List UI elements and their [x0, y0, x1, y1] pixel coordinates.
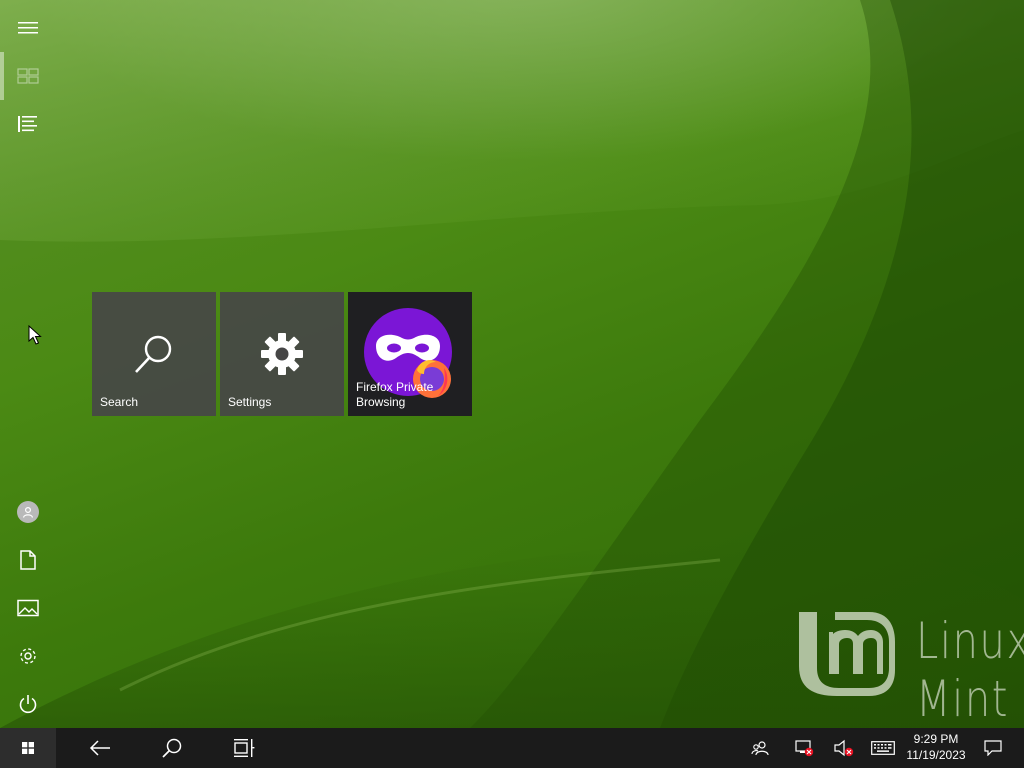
task-view-icon — [234, 739, 255, 757]
gear-icon — [261, 333, 303, 375]
user-icon — [22, 506, 34, 518]
mouse-cursor-icon — [28, 325, 42, 345]
tiles-icon — [17, 68, 39, 84]
hamburger-icon — [18, 22, 38, 34]
network-disconnected-icon — [795, 740, 814, 757]
volume-muted-icon — [834, 739, 854, 757]
keyboard-icon — [871, 741, 895, 755]
power-button[interactable] — [0, 680, 56, 728]
task-view-button[interactable] — [220, 728, 268, 768]
search-icon — [135, 335, 172, 373]
tile-label: Firefox Private Browsing — [356, 380, 434, 409]
avatar — [17, 501, 39, 523]
document-icon — [20, 550, 36, 570]
settings-tile[interactable]: Settings — [220, 292, 344, 416]
notification-icon — [984, 740, 1002, 756]
back-arrow-icon — [89, 740, 110, 756]
list-icon — [18, 116, 37, 132]
touch-keyboard-button[interactable] — [868, 728, 898, 768]
tile-label: Search — [100, 395, 139, 409]
volume-button[interactable] — [829, 728, 859, 768]
windows-icon — [22, 742, 34, 754]
documents-button[interactable] — [0, 536, 56, 584]
system-clock[interactable]: 9:29 PM 11/19/2023 — [900, 731, 972, 763]
picture-icon — [17, 599, 39, 617]
people-icon — [751, 741, 769, 756]
pinned-tiles-button[interactable] — [0, 52, 56, 100]
tile-label: Settings — [228, 395, 272, 409]
clock-date: 11/19/2023 — [906, 748, 966, 762]
pictures-button[interactable] — [0, 584, 56, 632]
settings-button[interactable] — [0, 632, 56, 680]
taskbar: 9:29 PM 11/19/2023 — [0, 728, 1024, 768]
expand-menu-button[interactable] — [0, 4, 56, 52]
gear-icon — [20, 648, 36, 664]
all-apps-button[interactable] — [0, 100, 56, 148]
search-icon — [162, 738, 182, 758]
start-rail — [0, 0, 56, 728]
taskbar-search-button[interactable] — [148, 728, 196, 768]
power-icon — [19, 695, 37, 714]
search-tile[interactable]: Search — [92, 292, 216, 416]
linux-mint-wordmark: Linux Mint — [916, 612, 1024, 728]
clock-time: 9:29 PM — [913, 732, 959, 746]
people-button[interactable] — [745, 728, 775, 768]
user-account-button[interactable] — [0, 488, 56, 536]
firefox-private-tile[interactable]: Firefox Private Browsing — [348, 292, 472, 416]
action-center-button[interactable] — [978, 728, 1008, 768]
back-button[interactable] — [76, 728, 124, 768]
linux-mint-logo — [795, 608, 897, 705]
start-button[interactable] — [0, 728, 56, 768]
network-button[interactable] — [789, 728, 819, 768]
